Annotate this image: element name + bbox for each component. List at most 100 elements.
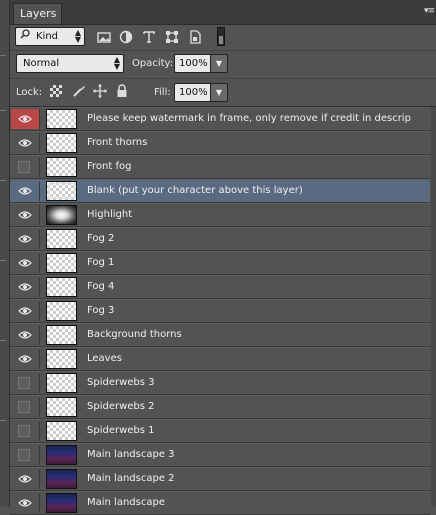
layer-thumbnail[interactable] xyxy=(46,493,77,513)
layer-row[interactable]: Main landscape 2 xyxy=(10,467,430,491)
left-panel-edge xyxy=(0,0,10,507)
opacity-input[interactable]: 100% xyxy=(174,54,212,73)
layer-thumbnail[interactable] xyxy=(46,301,77,321)
image-filter-icon[interactable] xyxy=(96,29,112,45)
visibility-toggle-empty[interactable] xyxy=(11,445,40,465)
opacity-dropdown-button[interactable]: ▼ xyxy=(210,54,228,73)
layer-row[interactable]: Fog 4 xyxy=(10,275,430,299)
layer-thumbnail[interactable] xyxy=(46,109,77,129)
edge-tick xyxy=(0,180,6,181)
layer-name[interactable]: Main landscape xyxy=(87,492,165,514)
layer-name[interactable]: Fog 2 xyxy=(87,228,114,250)
layer-thumbnail[interactable] xyxy=(46,277,77,297)
layer-name[interactable]: Main landscape 3 xyxy=(87,444,175,466)
edge-tick xyxy=(0,260,6,261)
layer-row[interactable]: Main landscape 3 xyxy=(10,443,430,467)
layer-thumbnail[interactable] xyxy=(46,421,77,441)
layer-name[interactable]: Background thorns xyxy=(87,324,182,346)
layer-name[interactable]: Spiderwebs 1 xyxy=(87,420,155,442)
lock-label: Lock: xyxy=(16,87,43,98)
type-filter-icon[interactable] xyxy=(141,29,157,45)
layer-thumbnail[interactable] xyxy=(46,469,77,489)
hidden-box-icon xyxy=(18,401,30,413)
visibility-eye-icon[interactable] xyxy=(11,253,40,273)
visibility-toggle-empty[interactable] xyxy=(11,373,40,393)
layer-name[interactable]: Fog 1 xyxy=(87,252,114,274)
filter-toggle-icon[interactable] xyxy=(217,27,225,46)
layer-row[interactable]: Spiderwebs 2 xyxy=(10,395,430,419)
blend-mode-value: Normal xyxy=(23,58,60,69)
adjustment-filter-icon[interactable] xyxy=(118,29,134,45)
layer-row[interactable]: Front fog xyxy=(10,155,430,179)
filter-toolbar: Kind ▲ ▼ xyxy=(10,25,436,49)
layer-thumbnail[interactable] xyxy=(46,325,77,345)
lock-all-icon[interactable] xyxy=(114,83,130,99)
layer-name[interactable]: Please keep watermark in frame, only rem… xyxy=(87,108,411,130)
visibility-eye-icon[interactable] xyxy=(11,349,40,369)
lock-image-icon[interactable] xyxy=(71,83,87,99)
layer-row[interactable]: Main landscape xyxy=(10,491,430,515)
lock-toolbar: Lock: Fill: 100% ▼ xyxy=(10,78,436,107)
layer-row[interactable]: Spiderwebs 3 xyxy=(10,371,430,395)
layer-thumbnail[interactable] xyxy=(46,445,77,465)
fill-input[interactable]: 100% xyxy=(174,83,212,102)
layer-row[interactable]: Leaves xyxy=(10,347,430,371)
layer-name[interactable]: Spiderwebs 2 xyxy=(87,396,155,418)
layers-list: Please keep watermark in frame, only rem… xyxy=(10,107,430,515)
layer-thumbnail[interactable] xyxy=(46,157,77,177)
filter-kind-label: Kind xyxy=(36,31,59,42)
layer-name[interactable]: Leaves xyxy=(87,348,122,370)
layer-thumbnail[interactable] xyxy=(46,229,77,249)
visibility-eye-icon[interactable] xyxy=(11,133,40,153)
lock-position-icon[interactable] xyxy=(92,83,108,99)
layer-row[interactable]: Spiderwebs 1 xyxy=(10,419,430,443)
layer-thumbnail[interactable] xyxy=(46,253,77,273)
visibility-eye-icon[interactable] xyxy=(11,109,40,129)
layer-name[interactable]: Fog 4 xyxy=(87,276,114,298)
visibility-eye-icon[interactable] xyxy=(11,325,40,345)
visibility-eye-icon[interactable] xyxy=(11,301,40,321)
edge-tick xyxy=(0,55,6,56)
layers-scrollbar[interactable] xyxy=(431,107,436,507)
fill-dropdown-button[interactable]: ▼ xyxy=(210,83,228,102)
smart-object-filter-icon[interactable] xyxy=(187,29,203,45)
layer-thumbnail[interactable] xyxy=(46,373,77,393)
layer-row[interactable]: Fog 3 xyxy=(10,299,430,323)
layer-row[interactable]: Highlight xyxy=(10,203,430,227)
layer-row[interactable]: Front thorns xyxy=(10,131,430,155)
fill-label: Fill: xyxy=(154,87,171,98)
layer-name[interactable]: Blank (put your character above this lay… xyxy=(87,180,303,202)
layer-thumbnail[interactable] xyxy=(46,205,77,225)
tab-layers[interactable]: Layers xyxy=(13,3,62,24)
panel-menu-icon[interactable]: ▾≡ xyxy=(424,6,435,16)
visibility-eye-icon[interactable] xyxy=(11,469,40,489)
layer-name[interactable]: Highlight xyxy=(87,204,132,226)
visibility-toggle-empty[interactable] xyxy=(11,157,40,177)
visibility-eye-icon[interactable] xyxy=(11,493,40,513)
layer-row[interactable]: Fog 1 xyxy=(10,251,430,275)
shape-filter-icon[interactable] xyxy=(164,29,180,45)
layer-row[interactable]: Please keep watermark in frame, only rem… xyxy=(10,107,430,131)
layer-name[interactable]: Spiderwebs 3 xyxy=(87,372,155,394)
layer-name[interactable]: Main landscape 2 xyxy=(87,468,175,490)
layer-thumbnail[interactable] xyxy=(46,181,77,201)
layer-name[interactable]: Front thorns xyxy=(87,132,147,154)
visibility-eye-icon[interactable] xyxy=(11,181,40,201)
layer-name[interactable]: Fog 3 xyxy=(87,300,114,322)
layer-name[interactable]: Front fog xyxy=(87,156,131,178)
blend-toolbar: Normal ▲ ▼ Opacity: 100% ▼ xyxy=(10,50,436,77)
visibility-eye-icon[interactable] xyxy=(11,277,40,297)
layer-thumbnail[interactable] xyxy=(46,133,77,153)
layer-thumbnail[interactable] xyxy=(46,397,77,417)
blend-mode-select[interactable]: Normal ▲ ▼ xyxy=(16,54,124,73)
layer-thumbnail[interactable] xyxy=(46,349,77,369)
visibility-eye-icon[interactable] xyxy=(11,205,40,225)
lock-transparency-icon[interactable] xyxy=(50,85,62,97)
filter-kind-select[interactable]: Kind ▲ ▼ xyxy=(15,27,85,46)
visibility-toggle-empty[interactable] xyxy=(11,421,40,441)
layer-row[interactable]: Fog 2 xyxy=(10,227,430,251)
layer-row[interactable]: Background thorns xyxy=(10,323,430,347)
visibility-toggle-empty[interactable] xyxy=(11,397,40,417)
layer-row[interactable]: Blank (put your character above this lay… xyxy=(10,179,430,203)
visibility-eye-icon[interactable] xyxy=(11,229,40,249)
